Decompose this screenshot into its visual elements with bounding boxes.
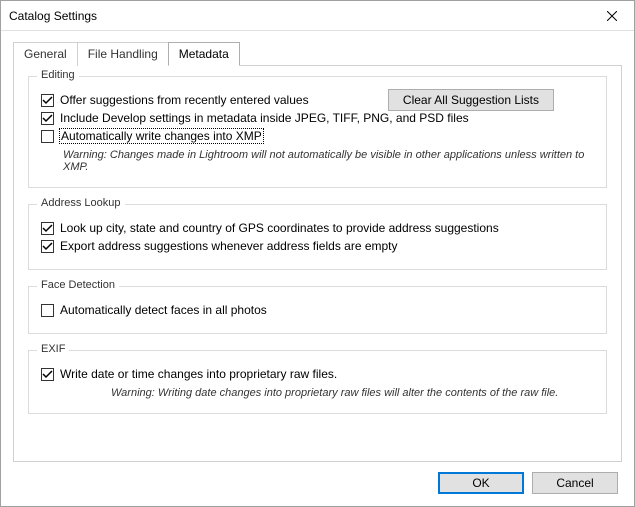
- group-legend-address-lookup: Address Lookup: [37, 197, 125, 209]
- checkbox-offer-suggestions[interactable]: [41, 94, 54, 107]
- row-offer-suggestions: Offer suggestions from recently entered …: [41, 93, 594, 107]
- content-area: General File Handling Metadata Editing O…: [1, 31, 634, 506]
- row-auto-detect-faces: Automatically detect faces in all photos: [41, 303, 594, 317]
- label-offer-suggestions[interactable]: Offer suggestions from recently entered …: [60, 93, 309, 107]
- row-write-date: Write date or time changes into propriet…: [41, 367, 594, 381]
- group-legend-face-detection: Face Detection: [37, 279, 119, 291]
- label-write-date[interactable]: Write date or time changes into propriet…: [60, 367, 337, 381]
- tab-panel-metadata: Editing Offer suggestions from recently …: [13, 65, 622, 462]
- checkbox-lookup-gps[interactable]: [41, 222, 54, 235]
- label-lookup-gps[interactable]: Look up city, state and country of GPS c…: [60, 221, 499, 235]
- checkbox-export-suggestions[interactable]: [41, 240, 54, 253]
- close-button[interactable]: [589, 1, 634, 30]
- titlebar: Catalog Settings: [1, 1, 634, 31]
- close-icon: [607, 11, 617, 21]
- row-auto-write-xmp: Automatically write changes into XMP: [41, 129, 594, 143]
- checkbox-auto-write-xmp[interactable]: [41, 130, 54, 143]
- tab-strip: General File Handling Metadata: [13, 41, 622, 65]
- label-auto-write-xmp[interactable]: Automatically write changes into XMP: [60, 129, 263, 143]
- tab-general[interactable]: General: [13, 42, 78, 66]
- checkmark-icon: [42, 241, 53, 252]
- checkmark-icon: [42, 95, 53, 106]
- checkbox-include-develop[interactable]: [41, 112, 54, 125]
- warning-xmp: Warning: Changes made in Lightroom will …: [63, 149, 594, 173]
- dialog-footer: OK Cancel: [13, 462, 622, 494]
- checkmark-icon: [42, 369, 53, 380]
- group-legend-editing: Editing: [37, 69, 79, 81]
- group-editing: Editing Offer suggestions from recently …: [28, 76, 607, 188]
- dialog-window: Catalog Settings General File Handling M…: [0, 0, 635, 507]
- row-lookup-gps: Look up city, state and country of GPS c…: [41, 221, 594, 235]
- checkbox-write-date[interactable]: [41, 368, 54, 381]
- group-address-lookup: Address Lookup Look up city, state and c…: [28, 204, 607, 270]
- group-exif: EXIF Write date or time changes into pro…: [28, 350, 607, 414]
- cancel-button[interactable]: Cancel: [532, 472, 618, 494]
- clear-suggestion-lists-button[interactable]: Clear All Suggestion Lists: [388, 89, 554, 111]
- tab-metadata[interactable]: Metadata: [168, 42, 240, 66]
- group-face-detection: Face Detection Automatically detect face…: [28, 286, 607, 334]
- label-export-suggestions[interactable]: Export address suggestions whenever addr…: [60, 239, 398, 253]
- tab-file-handling[interactable]: File Handling: [77, 42, 169, 66]
- window-title: Catalog Settings: [9, 9, 589, 23]
- warning-raw: Warning: Writing date changes into propr…: [111, 387, 594, 399]
- group-legend-exif: EXIF: [37, 343, 69, 355]
- row-export-suggestions: Export address suggestions whenever addr…: [41, 239, 594, 253]
- ok-button[interactable]: OK: [438, 472, 524, 494]
- row-include-develop: Include Develop settings in metadata ins…: [41, 111, 594, 125]
- checkmark-icon: [42, 223, 53, 234]
- checkmark-icon: [42, 113, 53, 124]
- label-auto-detect-faces[interactable]: Automatically detect faces in all photos: [60, 303, 267, 317]
- label-include-develop[interactable]: Include Develop settings in metadata ins…: [60, 111, 469, 125]
- checkbox-auto-detect-faces[interactable]: [41, 304, 54, 317]
